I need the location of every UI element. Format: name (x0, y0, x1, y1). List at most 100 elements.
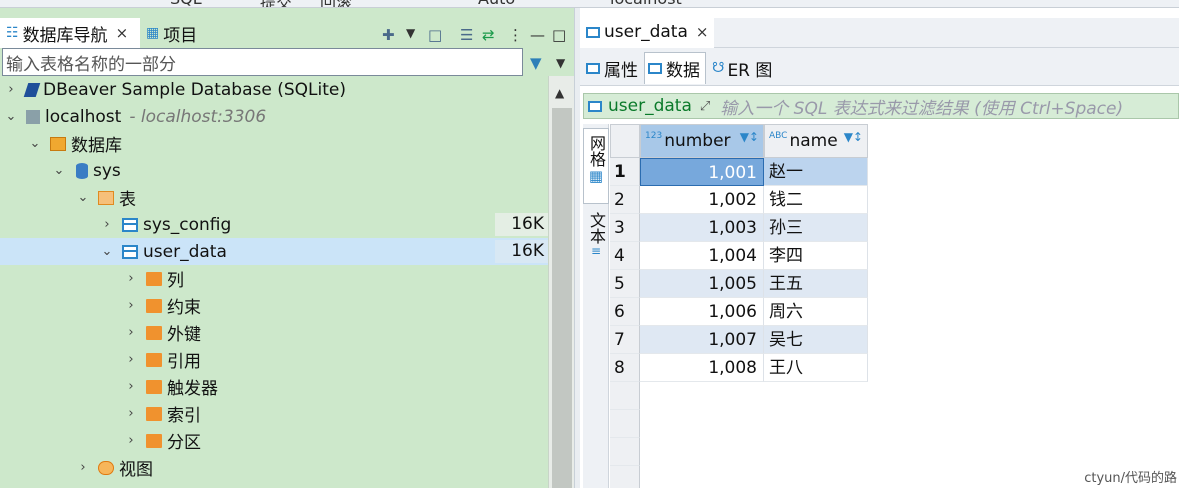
chevron-right-icon[interactable]: › (100, 217, 114, 232)
tree-node-references[interactable]: › 引用 (0, 346, 548, 373)
table-row[interactable]: 8 1,008 王八 (610, 354, 1179, 382)
table-row[interactable]: 2 1,002 钱二 (610, 186, 1179, 214)
row-number[interactable]: 8 (610, 354, 640, 382)
chevron-right-icon[interactable]: › (124, 298, 138, 313)
chevron-down-icon[interactable]: ▼ (556, 56, 565, 70)
chevron-down-icon[interactable]: ⌄ (76, 190, 90, 205)
chevron-down-icon[interactable]: ⌄ (100, 244, 114, 259)
transaction-mode-select[interactable]: Auto (478, 0, 515, 7)
cell-number[interactable]: 1,003 (640, 214, 764, 242)
tab-projects[interactable]: ▦ 项目 (142, 18, 212, 48)
cell-number[interactable]: 1,006 (640, 298, 764, 326)
tree-node-tables[interactable]: ⌄ 表 (0, 184, 548, 211)
cell-number[interactable]: 1,007 (640, 326, 764, 354)
cell-name[interactable]: 钱二 (764, 186, 868, 214)
cell-name[interactable]: 孙三 (764, 214, 868, 242)
chevron-down-icon[interactable]: ⌄ (52, 163, 66, 178)
tree-node-triggers[interactable]: › 触发器 (0, 373, 548, 400)
chevron-right-icon[interactable]: › (124, 271, 138, 286)
tab-user-data[interactable]: user_data × (580, 18, 714, 48)
tree-node-dbeaver-sample[interactable]: › DBeaver Sample Database (SQLite) (0, 76, 548, 103)
text-view-button[interactable]: 文本 ≡ (583, 210, 609, 270)
cell-name[interactable]: 王八 (764, 354, 868, 382)
tab-database-navigator[interactable]: ☷ 数据库导航 × (0, 18, 140, 48)
tab-er-diagram[interactable]: ☋ ER 图 (708, 52, 782, 84)
chevron-right-icon[interactable]: › (76, 460, 90, 475)
column-header-name[interactable]: ABC name ▼↕ (764, 124, 868, 158)
grid-view-button[interactable]: 网格 ▦ (583, 128, 609, 204)
expand-icon[interactable]: ⤢ (700, 99, 710, 114)
close-icon[interactable]: × (696, 23, 709, 41)
tree-node-databases[interactable]: ⌄ 数据库 (0, 130, 548, 157)
chevron-right-icon[interactable]: › (124, 406, 138, 421)
chevron-right-icon[interactable]: › (124, 379, 138, 394)
maximize-icon[interactable]: □ (552, 26, 566, 44)
cell-name[interactable]: 王五 (764, 270, 868, 298)
chevron-down-icon[interactable]: ⌄ (28, 136, 42, 151)
cell-number[interactable]: 1,002 (640, 186, 764, 214)
cell-name[interactable]: 赵一 (764, 158, 868, 186)
chevron-down-icon[interactable]: ▼ (406, 26, 415, 40)
row-number[interactable]: 5 (610, 270, 640, 298)
cell-number[interactable]: 1,005 (640, 270, 764, 298)
tree-node-partitions[interactable]: › 分区 (0, 427, 548, 454)
navigator-filter-input[interactable]: 输入表格名称的一部分 (2, 48, 523, 76)
commit-button[interactable]: 提交 (260, 0, 292, 7)
navigator-scrollbar[interactable]: ▲ (548, 76, 574, 488)
data-filter-bar[interactable]: user_data ⤢ 输入一个 SQL 表达式来过滤结果 (使用 Ctrl+S… (583, 93, 1179, 119)
chevron-right-icon[interactable]: › (124, 325, 138, 340)
rollback-button[interactable]: 回滚 (320, 0, 352, 7)
tree-node-constraints[interactable]: › 约束 (0, 292, 548, 319)
table-row[interactable]: 3 1,003 孙三 (610, 214, 1179, 242)
table-icon (122, 244, 138, 259)
chevron-right-icon[interactable]: › (124, 352, 138, 367)
scrollbar-thumb[interactable] (552, 108, 572, 488)
table-row[interactable]: 5 1,005 王五 (610, 270, 1179, 298)
tree-node-localhost[interactable]: ⌄ localhost - localhost:3306 (0, 103, 548, 130)
minimize-icon[interactable]: — (530, 26, 545, 44)
new-folder-icon[interactable]: □ (428, 26, 442, 44)
cell-name[interactable]: 周六 (764, 298, 868, 326)
collapse-all-icon[interactable]: ☰ (460, 26, 473, 44)
chevron-down-icon[interactable]: ⌄ (4, 109, 18, 124)
table-row[interactable]: 1 1,001 赵一 (610, 158, 1179, 186)
sort-filter-icon[interactable]: ▼↕ (844, 130, 863, 144)
cell-name[interactable]: 吴七 (764, 326, 868, 354)
cell-number[interactable]: 1,008 (640, 354, 764, 382)
chevron-right-icon[interactable]: › (124, 433, 138, 448)
tree-node-sys-config[interactable]: › sys_config 16K (0, 211, 548, 238)
more-menu-icon[interactable]: ⋮ (508, 26, 523, 44)
link-editor-icon[interactable]: ⇄ (482, 26, 495, 44)
tree-node-indexes[interactable]: › 索引 (0, 400, 548, 427)
row-number[interactable]: 7 (610, 326, 640, 354)
tree-node-sys[interactable]: ⌄ sys (0, 157, 548, 184)
tree-node-columns[interactable]: › 列 (0, 265, 548, 292)
row-number[interactable]: 6 (610, 298, 640, 326)
tree-node-user-data[interactable]: ⌄ user_data 16K (0, 238, 548, 265)
sort-filter-icon[interactable]: ▼↕ (740, 130, 759, 144)
table-row[interactable]: 6 1,006 周六 (610, 298, 1179, 326)
filter-icon[interactable]: ▼ (530, 54, 542, 72)
chevron-right-icon[interactable]: › (4, 82, 18, 97)
sql-button[interactable]: SQL (170, 0, 202, 7)
row-number[interactable]: 3 (610, 214, 640, 242)
close-icon[interactable]: × (116, 24, 129, 42)
grid-corner[interactable] (610, 124, 640, 158)
active-datasource-select[interactable]: localhost (610, 0, 682, 7)
tree-node-foreign-keys[interactable]: › 外键 (0, 319, 548, 346)
cell-name[interactable]: 李四 (764, 242, 868, 270)
row-number[interactable]: 4 (610, 242, 640, 270)
cell-number[interactable]: 1,004 (640, 242, 764, 270)
table-row[interactable]: 7 1,007 吴七 (610, 326, 1179, 354)
row-number[interactable]: 2 (610, 186, 640, 214)
chevron-up-icon[interactable]: ▲ (555, 86, 564, 100)
table-row[interactable]: 4 1,004 李四 (610, 242, 1179, 270)
new-connection-icon[interactable]: ✚ (382, 26, 395, 44)
tab-data[interactable]: 数据 (644, 52, 706, 84)
tab-properties[interactable]: 属性 (580, 52, 642, 84)
row-number[interactable]: 1 (610, 158, 640, 186)
filter-input[interactable]: 输入一个 SQL 表达式来过滤结果 (使用 Ctrl+Space) (720, 94, 1123, 119)
cell-number[interactable]: 1,001 (640, 158, 764, 186)
column-header-number[interactable]: 123 number ▼↕ (640, 124, 764, 158)
tree-node-views[interactable]: › 视图 (0, 454, 548, 481)
